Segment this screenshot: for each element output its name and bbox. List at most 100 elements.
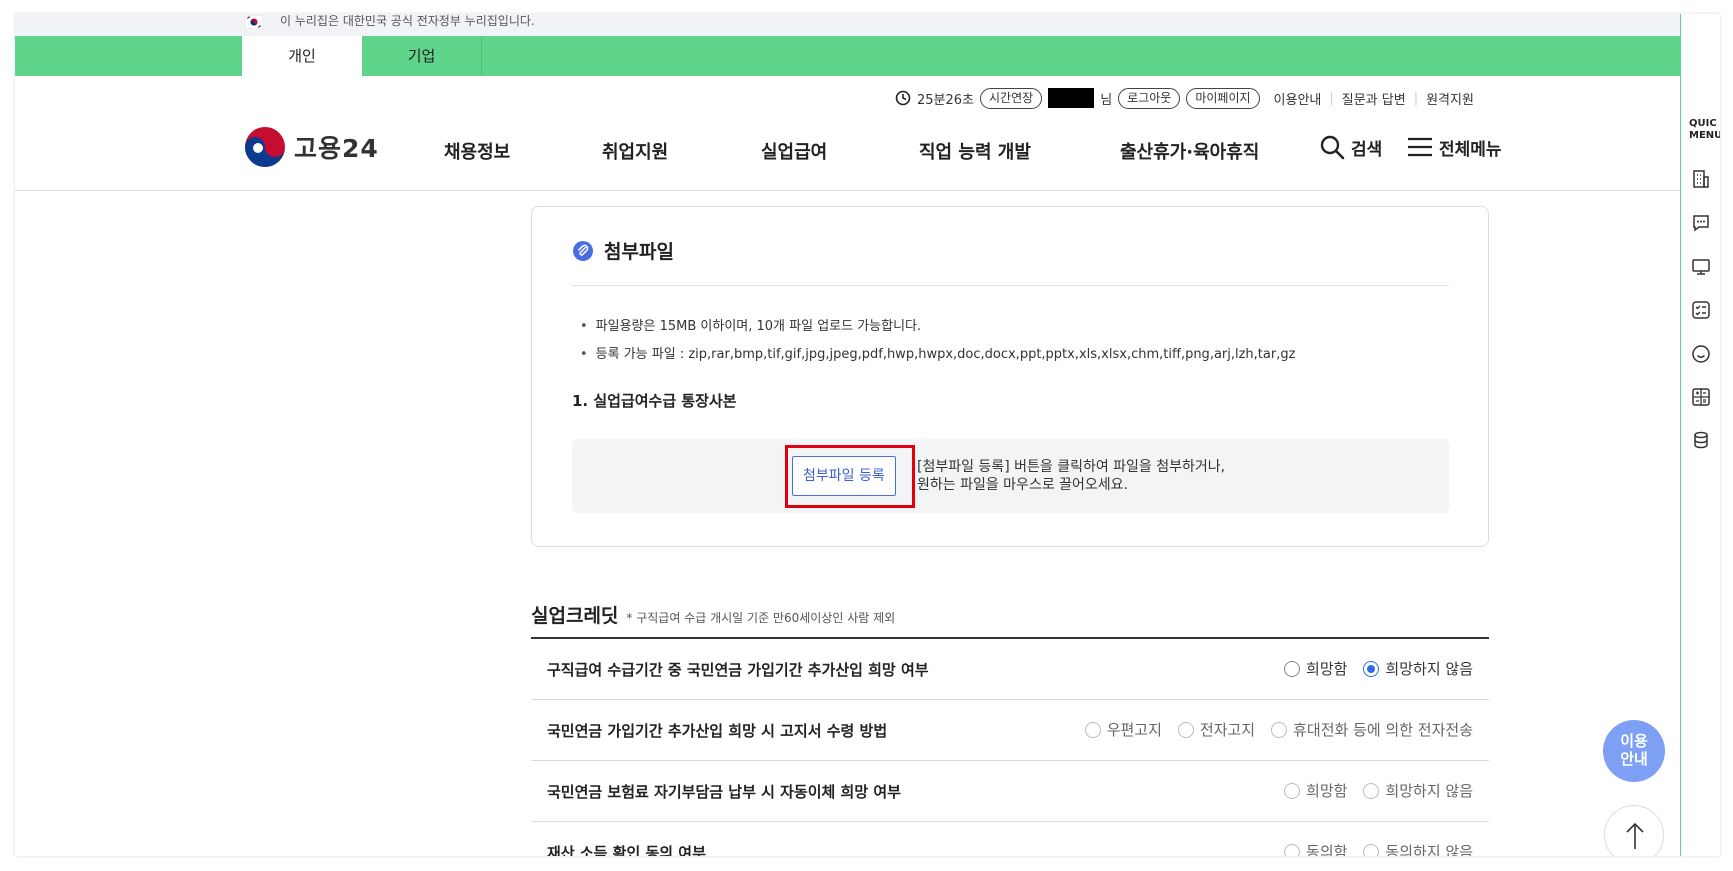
radio-button[interactable] (1177, 721, 1194, 738)
nav-item-skills[interactable]: 직업 능력 개발 (919, 138, 1031, 164)
attachment-title: 첨부파일 (572, 237, 674, 264)
credit-table: 구직급여 수급기간 중 국민연금 가입기간 추가산입 희망 여부 희망함 희망하… (531, 637, 1489, 856)
radio-label: 희망하지 않음 (1385, 782, 1473, 800)
smile-icon[interactable] (1691, 344, 1711, 364)
radio-option[interactable]: 희망하지 않음 (1363, 658, 1473, 679)
usage-guide-float-button[interactable]: 이용 안내 (1603, 720, 1665, 782)
nav-item-employment-support[interactable]: 취업지원 (602, 138, 668, 164)
radio-button[interactable] (1363, 782, 1380, 799)
credit-title: 실업크레딧 (531, 605, 619, 627)
coin-stack-icon[interactable] (1691, 430, 1711, 450)
radio-button[interactable] (1363, 843, 1380, 856)
mypage-button[interactable]: 마이페이지 (1186, 87, 1260, 109)
radio-label: 전자고지 (1199, 721, 1256, 739)
file-dropzone[interactable]: 첨부파일 등록 [첨부파일 등록] 버튼을 클릭하여 파일을 첨부하거나, 원하… (572, 439, 1449, 513)
attachment-title-text: 첨부파일 (604, 241, 674, 263)
building-icon[interactable] (1691, 169, 1711, 189)
radio-group: 희망함 희망하지 않음 (1284, 780, 1473, 801)
clock-icon (895, 90, 911, 106)
radio-group: 우편고지 전자고지 휴대전화 등에 의한 전자전송 (1084, 719, 1473, 740)
radio-option[interactable]: 동의하지 않음 (1363, 841, 1473, 856)
radio-option[interactable]: 희망함 (1284, 780, 1347, 801)
scroll-to-top-button[interactable] (1604, 805, 1664, 856)
user-type-tabbar: 개인 기업 (15, 36, 1680, 76)
radio-button[interactable] (1284, 782, 1301, 799)
radio-label: 동의함 (1306, 843, 1348, 856)
radio-group: 동의함 동의하지 않음 (1284, 841, 1473, 856)
table-row: 재산 소득 확인 동의 여부 동의함 동의하지 않음 (531, 822, 1489, 856)
hamburger-menu-icon (1408, 137, 1432, 157)
gov-banner-text: 이 누리집은 대한민국 공식 전자정부 누리집입니다. (280, 14, 535, 28)
radio-label: 동의하지 않음 (1385, 843, 1473, 856)
radio-option[interactable]: 동의함 (1284, 841, 1347, 856)
qna-link[interactable]: 질문과 답변 (1342, 89, 1406, 108)
radio-group: 희망함 희망하지 않음 (1284, 658, 1473, 679)
search-label: 검색 (1351, 139, 1383, 160)
radio-option[interactable]: 휴대전화 등에 의한 전자전송 (1271, 719, 1473, 740)
nav-item-unemployment-benefit[interactable]: 실업급여 (761, 138, 827, 164)
file-size-note: 파일용량은 15MB 이하이며, 10개 파일 업로드 가능합니다. (580, 315, 921, 334)
radio-label: 휴대전화 등에 의한 전자전송 (1293, 721, 1473, 739)
radio-button[interactable] (1284, 660, 1301, 677)
chat-bubble-icon[interactable] (1691, 213, 1711, 233)
extend-session-button[interactable]: 시간연장 (980, 87, 1043, 109)
header-divider (15, 190, 1680, 191)
table-row: 국민연금 가입기간 추가산입 희망 시 고지서 수령 방법 우편고지 전자고지 … (531, 700, 1489, 761)
checklist-icon[interactable] (1691, 300, 1711, 320)
file-type-note: 등록 가능 파일 : zip,rar,bmp,tif,gif,jpg,jpeg,… (580, 343, 1296, 362)
tab-personal[interactable]: 개인 (242, 36, 362, 76)
radio-label: 희망함 (1306, 782, 1348, 800)
calculator-icon[interactable] (1691, 387, 1711, 407)
question-label: 국민연금 가입기간 추가산입 희망 시 고지서 수령 방법 (547, 722, 888, 740)
monitor-icon[interactable] (1691, 257, 1711, 277)
quick-menu-rail: QUIC MENU (1680, 14, 1720, 856)
redacted-username (1048, 88, 1095, 108)
korea-flag-icon (245, 15, 263, 29)
dropzone-line-2: 원하는 파일을 마우스로 끌어오세요. (917, 477, 1128, 493)
site-logo[interactable]: 고용24 (244, 126, 379, 168)
table-row: 구직급여 수급기간 중 국민연금 가입기간 추가산입 희망 여부 희망함 희망하… (531, 639, 1489, 700)
paperclip-icon (573, 240, 593, 261)
browser-page: 이 누리집은 대한민국 공식 전자정부 누리집입니다. 개인 기업 25분26초… (15, 14, 1720, 856)
radio-button[interactable] (1271, 721, 1288, 738)
nav-item-jobs[interactable]: 채용정보 (444, 138, 510, 164)
site-name: 고용24 (294, 134, 379, 163)
credit-note: * 구직급여 수급 개시일 기준 만60세이상인 사람 제외 (626, 611, 896, 625)
radio-button[interactable] (1084, 721, 1101, 738)
guide-link[interactable]: 이용안내 (1274, 89, 1322, 108)
radio-label: 희망함 (1306, 660, 1348, 678)
radio-button[interactable] (1284, 843, 1301, 856)
radio-option[interactable]: 전자고지 (1177, 719, 1256, 740)
tab-business[interactable]: 기업 (362, 36, 482, 76)
gov-banner: 이 누리집은 대한민국 공식 전자정부 누리집입니다. (15, 14, 1680, 36)
attach-file-button[interactable]: 첨부파일 등록 (792, 456, 896, 496)
logout-button[interactable]: 로그아웃 (1118, 87, 1181, 109)
attachment-card: 첨부파일 파일용량은 15MB 이하이며, 10개 파일 업로드 가능합니다. … (531, 206, 1489, 547)
utility-bar: 25분26초 시간연장 님 로그아웃 마이페이지 이용안내 | 질문과 답변 |… (895, 84, 1474, 112)
session-timer: 25분26초 (917, 92, 975, 108)
radio-option[interactable]: 우편고지 (1084, 719, 1162, 740)
attachment-item-title: 1. 실업급여수급 통장사본 (572, 392, 737, 410)
quick-menu-label: QUIC MENU (1689, 118, 1720, 142)
table-row: 국민연금 보험료 자기부담금 납부 시 자동이체 희망 여부 희망함 희망하지 … (531, 761, 1489, 822)
guide-line-1: 이용 (1620, 732, 1648, 750)
question-label: 국민연금 보험료 자기부담금 납부 시 자동이체 희망 여부 (547, 783, 901, 801)
quick-menu-label-1: QUIC (1689, 118, 1717, 129)
taeguk-logo-icon (245, 127, 285, 167)
radio-label: 우편고지 (1106, 721, 1162, 739)
search-button[interactable]: 검색 (1319, 134, 1382, 160)
quick-menu-label-2: MENU (1689, 130, 1720, 141)
radio-option[interactable]: 희망함 (1284, 658, 1347, 679)
nav-item-leave[interactable]: 출산휴가·육아휴직 (1120, 138, 1259, 164)
full-menu-button[interactable]: 전체메뉴 (1407, 134, 1502, 160)
remote-support-link[interactable]: 원격지원 (1426, 89, 1474, 108)
dropzone-instructions: [첨부파일 등록] 버튼을 클릭하여 파일을 첨부하거나, 원하는 파일을 마우… (917, 458, 1225, 494)
radio-option[interactable]: 희망하지 않음 (1363, 780, 1473, 801)
full-menu-label: 전체메뉴 (1439, 139, 1502, 160)
radio-button-selected[interactable] (1363, 660, 1380, 677)
arrow-up-icon (1626, 822, 1644, 849)
guide-line-2: 안내 (1620, 750, 1648, 768)
main-nav: 고용24 채용정보 취업지원 실업급여 직업 능력 개발 출산휴가·육아휴직 검… (244, 126, 1514, 176)
separator: | (1329, 90, 1334, 106)
question-label: 구직급여 수급기간 중 국민연금 가입기간 추가산입 희망 여부 (547, 661, 929, 679)
